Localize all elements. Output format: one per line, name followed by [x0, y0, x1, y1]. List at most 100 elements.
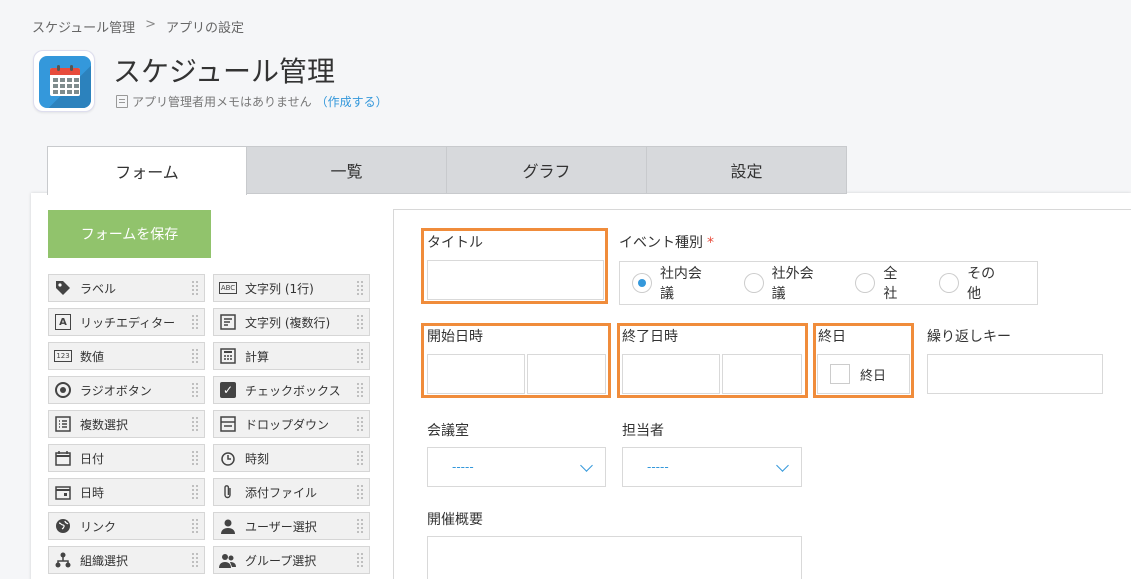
org-icon [54, 551, 72, 569]
palette-item-checkbox[interactable]: ✓ チェックボックス [213, 376, 370, 404]
drag-handle-icon[interactable] [191, 348, 199, 365]
paperclip-icon [219, 483, 237, 501]
radio-option-text: 社内会議 [659, 266, 702, 302]
tab-graph[interactable]: グラフ [447, 146, 647, 194]
palette-item-attachment[interactable]: 添付ファイル [213, 478, 370, 506]
palette-item-label[interactable]: ラベル [48, 274, 205, 302]
clock-icon [219, 449, 237, 467]
radio-unselected-icon [855, 273, 876, 293]
drag-handle-icon[interactable] [191, 518, 199, 535]
radio-option-text: 全社 [883, 266, 898, 302]
drag-handle-icon[interactable] [356, 552, 364, 569]
radio-option-company[interactable]: 全社 [855, 263, 911, 303]
radio-unselected-icon [939, 273, 960, 293]
calendar-icon [50, 65, 80, 96]
calculator-icon [219, 347, 237, 365]
field-label-room: 会議室 [427, 423, 469, 439]
drag-handle-icon[interactable] [356, 484, 364, 501]
palette-item-text: 数値 [80, 349, 105, 364]
palette-item-rich-editor[interactable]: A リッチエディター [48, 308, 205, 336]
palette-item-text: 組織選択 [80, 553, 129, 568]
summary-textarea[interactable] [427, 536, 802, 579]
palette-item-text: ラベル [80, 281, 117, 296]
palette-item-text: ユーザー選択 [245, 519, 317, 534]
tab-settings[interactable]: 設定 [647, 146, 847, 194]
radio-option-other[interactable]: その他 [939, 263, 1009, 303]
tab-form[interactable]: フォーム [47, 146, 247, 195]
palette-item-calc[interactable]: 計算 [213, 342, 370, 370]
drag-handle-icon[interactable] [191, 450, 199, 467]
palette-item-org-select[interactable]: 組織選択 [48, 546, 205, 574]
palette-item-text: 文字列 (複数行) [245, 315, 331, 330]
palette-item-text: チェックボックス [245, 383, 341, 398]
radio-option-internal-meeting[interactable]: 社内会議 [632, 263, 716, 303]
drag-handle-icon[interactable] [191, 280, 199, 297]
palette-item-text: 添付ファイル [245, 485, 318, 500]
drag-handle-icon[interactable] [356, 416, 364, 433]
radio-option-text: 社外会議 [771, 266, 814, 302]
owner-dropdown-value: ----- [647, 460, 669, 474]
breadcrumb-app-link[interactable]: スケジュール管理 [32, 17, 135, 36]
palette-item-dropdown[interactable]: ドロップダウン [213, 410, 370, 438]
palette-item-multi-select[interactable]: 複数選択 [48, 410, 205, 438]
palette-item-text: ラジオボタン [80, 383, 152, 398]
drag-handle-icon[interactable] [191, 416, 199, 433]
drag-handle-icon[interactable] [191, 382, 199, 399]
palette-item-radio[interactable]: ラジオボタン [48, 376, 205, 404]
field-label-summary: 開催概要 [427, 512, 483, 528]
field-label-repeat-key: 繰り返しキー [927, 329, 1011, 345]
memo-icon [116, 95, 128, 108]
globe-icon [54, 517, 72, 535]
tab-bar: フォーム 一覧 グラフ 設定 [47, 146, 847, 195]
datetime-icon [54, 483, 72, 501]
palette-item-multi-line-text[interactable]: 文字列 (複数行) [213, 308, 370, 336]
dropdown-icon [219, 415, 237, 433]
palette-item-time[interactable]: 時刻 [213, 444, 370, 472]
drag-handle-icon[interactable] [191, 314, 199, 331]
palette-item-date[interactable]: 日付 [48, 444, 205, 472]
palette-item-text: 計算 [245, 349, 270, 364]
drag-handle-icon[interactable] [191, 484, 199, 501]
drag-handle-icon[interactable] [356, 382, 364, 399]
palette-item-text: グループ選択 [245, 553, 317, 568]
palette-item-text: リンク [80, 519, 117, 534]
radio-option-text: その他 [967, 266, 996, 302]
checkbox-icon: ✓ [219, 381, 237, 399]
drag-handle-icon[interactable] [191, 552, 199, 569]
app-icon [33, 50, 95, 112]
highlight-frame-end [617, 323, 808, 398]
event-type-radio-group: 社内会議 社外会議 全社 その他 [619, 261, 1038, 305]
save-form-button[interactable]: フォームを保存 [48, 210, 211, 258]
tab-list[interactable]: 一覧 [247, 146, 447, 194]
drag-handle-icon[interactable] [356, 348, 364, 365]
memo-create-link[interactable]: （作成する） [316, 93, 388, 110]
palette-item-user-select[interactable]: ユーザー選択 [213, 512, 370, 540]
repeat-key-input[interactable] [927, 354, 1103, 394]
abc-icon: ABC [219, 282, 237, 294]
palette-item-number[interactable]: 123 数値 [48, 342, 205, 370]
palette-item-single-line-text[interactable]: ABC 文字列 (1行) [213, 274, 370, 302]
breadcrumb-separator: > [145, 17, 156, 32]
tag-icon [54, 279, 72, 297]
radio-option-external-meeting[interactable]: 社外会議 [743, 263, 828, 303]
radio-unselected-icon [743, 273, 764, 293]
app-memo: アプリ管理者用メモはありません （作成する） [116, 93, 388, 110]
chevron-down-icon [776, 459, 789, 472]
palette-item-group-select[interactable]: グループ選択 [213, 546, 370, 574]
group-icon [219, 551, 237, 569]
palette-item-link[interactable]: リンク [48, 512, 205, 540]
palette-item-text: リッチエディター [80, 315, 176, 330]
drag-handle-icon[interactable] [356, 450, 364, 467]
room-dropdown[interactable]: ----- [427, 447, 606, 487]
palette-item-text: ドロップダウン [245, 417, 330, 432]
date-icon [54, 449, 72, 467]
drag-handle-icon[interactable] [356, 314, 364, 331]
owner-dropdown[interactable]: ----- [622, 447, 802, 487]
breadcrumb-current: アプリの設定 [166, 21, 245, 36]
drag-handle-icon[interactable] [356, 280, 364, 297]
radio-icon [54, 381, 72, 399]
breadcrumb: スケジュール管理 > アプリの設定 [32, 17, 244, 36]
drag-handle-icon[interactable] [356, 518, 364, 535]
palette-item-datetime[interactable]: 日時 [48, 478, 205, 506]
highlight-frame-title [421, 228, 608, 304]
